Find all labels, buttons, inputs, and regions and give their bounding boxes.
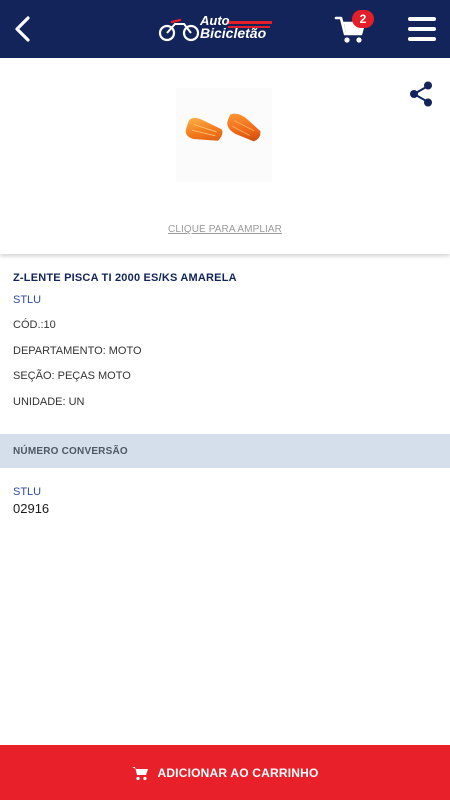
app-header: Auto Bicicletão 2 [0, 0, 450, 58]
product-title: Z-LENTE PISCA TI 2000 ES/KS AMARELA [13, 272, 237, 284]
conversion-number: 02916 [13, 501, 50, 516]
motorcycle-logo-icon [158, 18, 200, 42]
add-to-cart-label: ADICIONAR AO CARRINHO [157, 765, 319, 780]
share-button[interactable] [407, 80, 435, 108]
brand-logo[interactable]: Auto Bicicletão [158, 12, 282, 46]
conversion-brand[interactable]: STLU [13, 486, 41, 498]
product-unit: UNIDADE: UN [13, 396, 85, 408]
menu-button[interactable] [406, 14, 438, 44]
back-button[interactable] [6, 11, 38, 47]
product-department: DEPARTAMENTO: MOTO [13, 345, 142, 357]
logo-line-2: Bicicletão [200, 25, 267, 41]
product-section: SEÇÃO: PEÇAS MOTO [13, 370, 131, 382]
cart-icon [131, 765, 149, 781]
conversion-section-header: NÚMERO CONVERSÃO [0, 434, 450, 468]
conversion-section-title: NÚMERO CONVERSÃO [13, 446, 128, 457]
share-icon [410, 81, 432, 107]
product-code: CÓD.:10 [13, 319, 56, 331]
product-image[interactable] [176, 88, 272, 182]
add-to-cart-button[interactable]: ADICIONAR AO CARRINHO [0, 745, 450, 800]
back-arrow-icon [15, 16, 30, 42]
cart-count-badge[interactable]: 2 [352, 10, 374, 28]
product-details: Z-LENTE PISCA TI 2000 ES/KS AMARELA STLU [13, 272, 437, 308]
logo-text: Auto Bicicletão [200, 14, 266, 40]
zoom-image-link[interactable]: CLIQUE PARA AMPLIAR [0, 224, 450, 235]
product-brand[interactable]: STLU [13, 294, 437, 308]
